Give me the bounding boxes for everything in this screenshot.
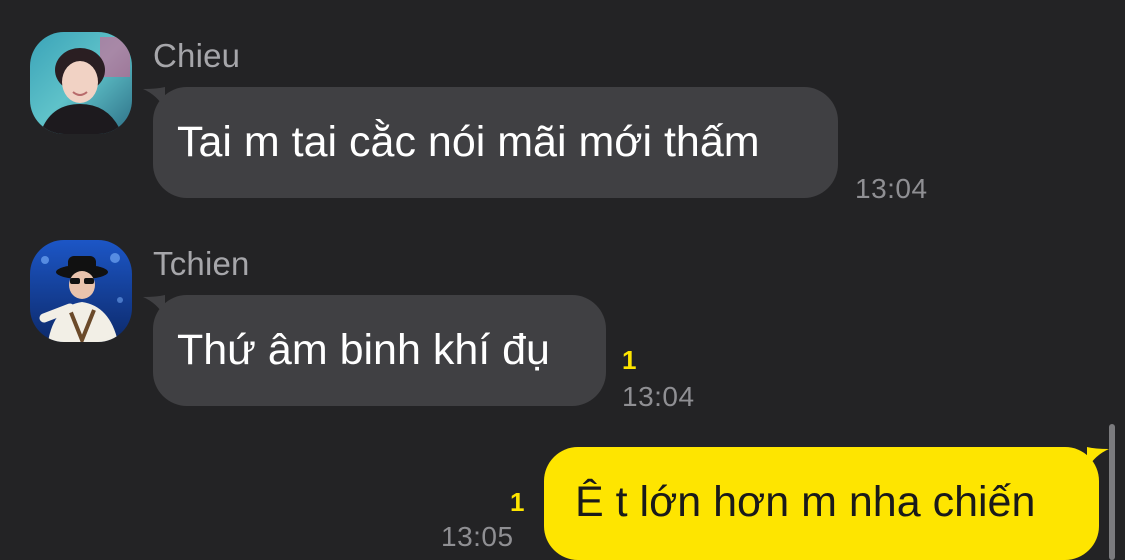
message-text: Thứ âm binh khí đụ	[177, 326, 550, 374]
message-text: Tai m tai cằc nói mãi mới thấm	[177, 118, 760, 166]
avatar-chieu[interactable]	[30, 32, 132, 134]
scrollbar[interactable]	[1109, 424, 1115, 560]
message-time: 13:05	[441, 521, 514, 552]
message-bubble[interactable]: Tai m tai cằc nói mãi mới thấm	[143, 87, 838, 198]
chat-message-list[interactable]: Chieu Tai m tai cằc nói mãi mới thấm 13:…	[0, 0, 1125, 560]
unread-count: 1	[510, 487, 525, 517]
message-time: 13:04	[622, 381, 695, 412]
message-text: Ê t lớn hơn m nha chiến	[575, 478, 1036, 526]
message-bubble[interactable]: Thứ âm binh khí đụ	[143, 295, 606, 406]
avatar-tchien[interactable]	[30, 240, 132, 342]
unread-count: 1	[622, 345, 637, 375]
sender-name: Tchien	[153, 245, 250, 282]
message-bubble-mine[interactable]: Ê t lớn hơn m nha chiến	[544, 447, 1109, 560]
bubble-tail-icon	[1087, 447, 1109, 469]
bubble-tail-icon	[143, 87, 165, 109]
sender-name: Chieu	[153, 37, 241, 74]
bubble-tail-icon	[143, 295, 165, 317]
message-time: 13:04	[855, 173, 928, 204]
